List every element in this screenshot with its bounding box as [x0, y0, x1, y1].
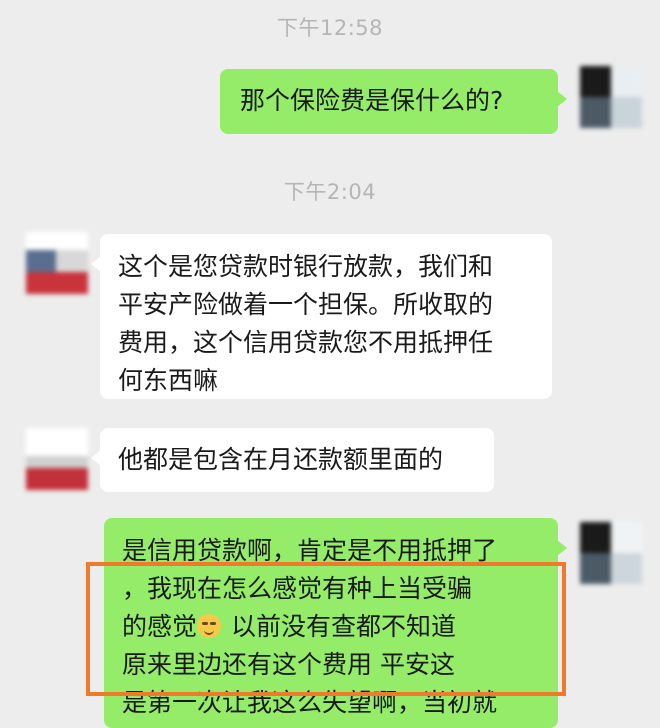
self-avatar[interactable]	[580, 66, 642, 128]
timestamp: 下午12:58	[276, 16, 384, 40]
message-text-line: 原来里边还有这个费用 平安这	[122, 650, 455, 679]
timestamp: 下午2:04	[283, 180, 377, 204]
self-avatar[interactable]	[580, 522, 642, 584]
message-bubble-contact[interactable]: 他都是包含在月还款额里面的	[91, 428, 494, 492]
message-text-fragment: 以前没有查都不知道	[223, 612, 456, 641]
message-text: 那个保险费是保什么的?	[240, 86, 504, 115]
message-bubble-self[interactable]: 那个保险费是保什么的?	[220, 69, 567, 134]
message-text-line: 是信用贷款啊，肯定是不用抵押了	[122, 536, 498, 565]
smirk-emoji-icon	[197, 614, 222, 638]
message-text-line: 何东西嘛	[118, 366, 219, 395]
message-text-line: 是第一次让我这么失望啊，当初就	[122, 688, 498, 717]
message-bubble-contact[interactable]: 这个是您贷款时银行放款，我们和 平安产险做着一个担保。所收取的 费用，这个信用贷…	[91, 234, 552, 399]
message-text-line: 费用，这个信用贷款您不用抵押任	[118, 328, 494, 357]
message-text: 他都是包含在月还款额里面的	[118, 445, 444, 474]
contact-avatar[interactable]	[26, 232, 88, 294]
message-text-line: 的感觉 以前没有查都不知道	[122, 608, 540, 646]
message-text-line: ，我现在怎么感觉有种上当受骗	[122, 574, 473, 603]
message-text-line: 这个是您贷款时银行放款，我们和	[118, 252, 494, 281]
message-text-line: 平安产险做着一个担保。所收取的	[118, 290, 494, 319]
message-bubble-self[interactable]: 是信用贷款啊，肯定是不用抵押了 ，我现在怎么感觉有种上当受骗 的感觉 以前没有查…	[104, 518, 567, 728]
message-text-fragment: 的感觉	[122, 612, 198, 641]
contact-avatar[interactable]	[26, 428, 88, 490]
